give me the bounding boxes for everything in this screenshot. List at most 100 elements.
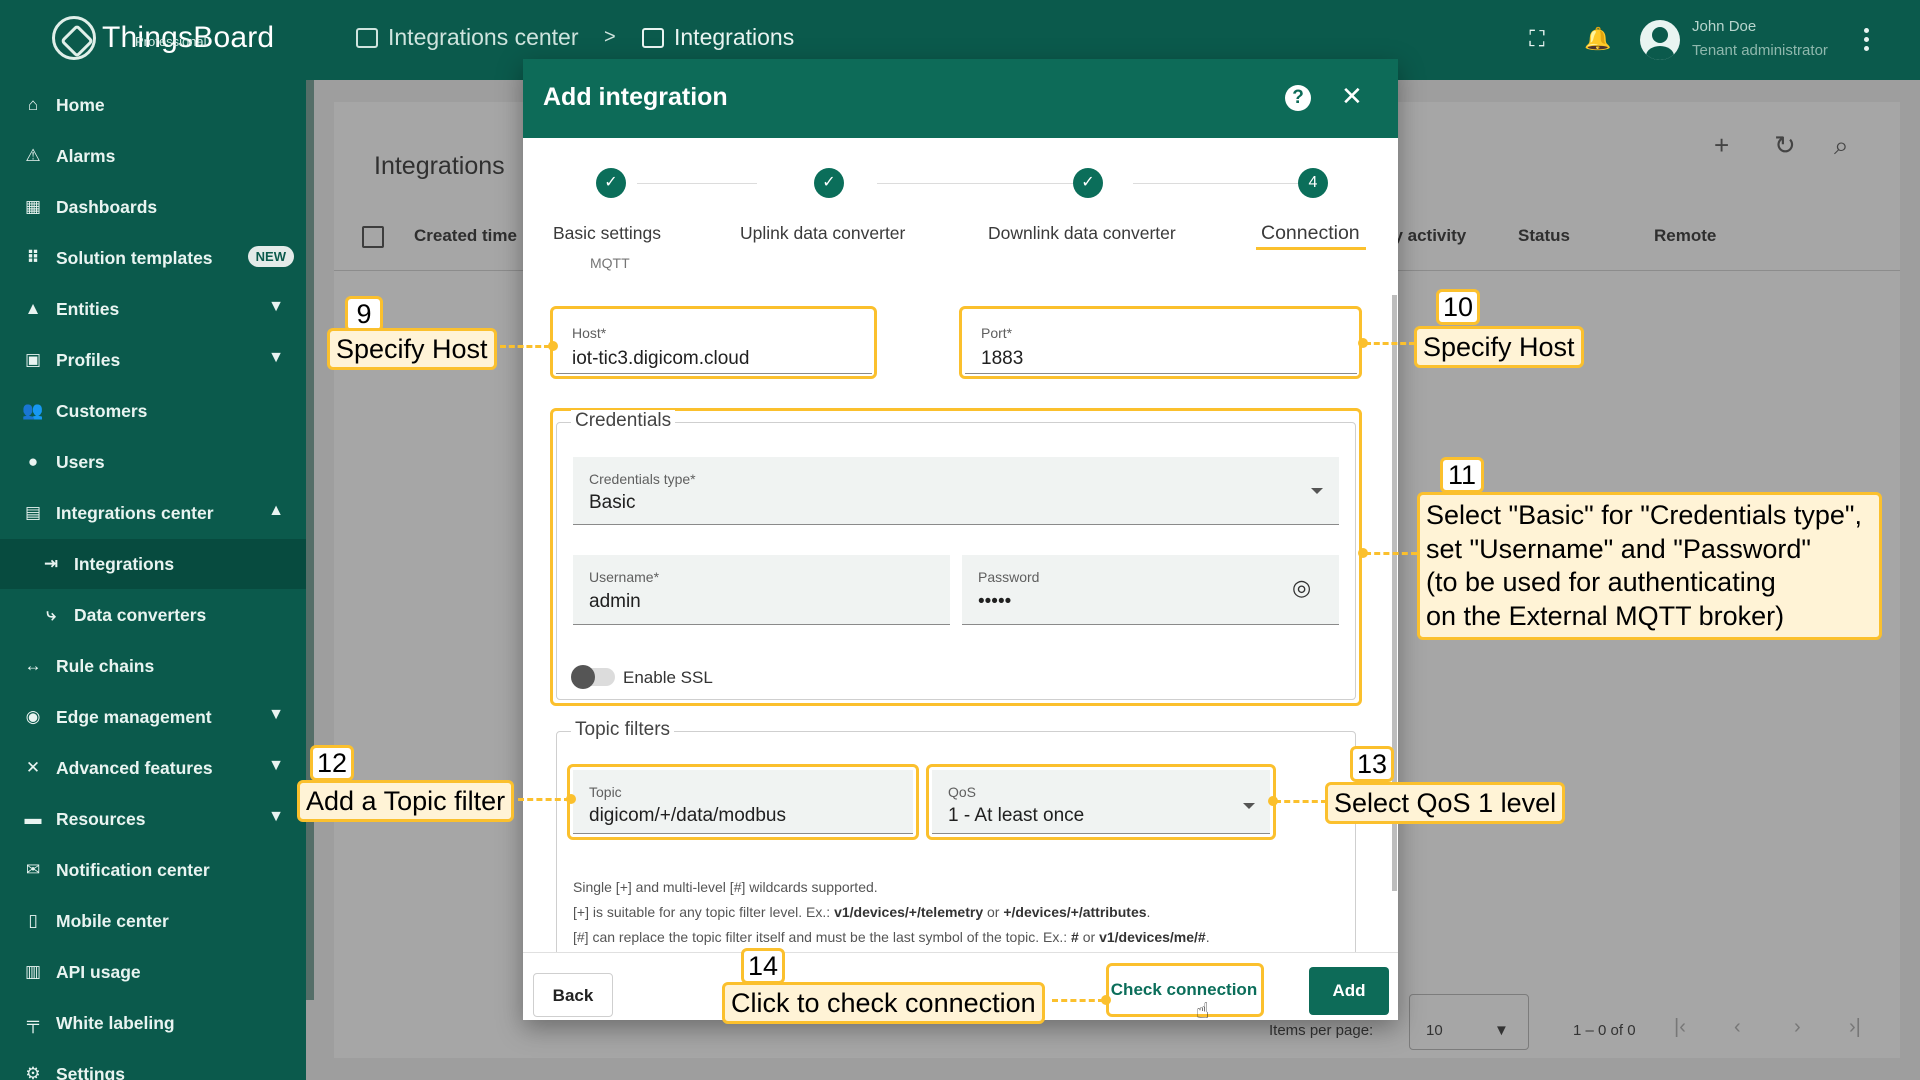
chevron-down-icon [1243, 803, 1255, 809]
annotation-14-number: 14 [741, 948, 785, 984]
username-field[interactable]: Username* admin [573, 555, 950, 625]
chevron-down-icon [1311, 488, 1323, 494]
help-icon[interactable]: ? [1285, 85, 1311, 111]
annotation-13-number: 13 [1350, 746, 1394, 782]
step-connector [877, 183, 1077, 184]
sidebar-item-profiles[interactable]: ▣ Profiles ▼ [0, 335, 306, 385]
credentials-type-label: Credentials type* [589, 471, 696, 487]
sidebar-scrollbar[interactable] [306, 80, 314, 1000]
annotation-11-line-3: (to be used for authenticating [1426, 567, 1776, 597]
credentials-type-select[interactable]: Credentials type* Basic [573, 457, 1339, 525]
close-icon[interactable]: ✕ [1341, 81, 1363, 111]
host-field[interactable]: Host* iot-tic3.digicom.cloud [556, 311, 872, 374]
sidebar-item-rule-chains[interactable]: ↔ Rule chains [0, 641, 306, 691]
first-page-icon[interactable]: |‹ [1674, 1016, 1686, 1039]
annotation-9-dot [548, 341, 558, 351]
chevron-up-icon: ▲ [268, 502, 284, 519]
sidebar-item-users[interactable]: ● Users [0, 437, 306, 487]
mobile-icon: ▯ [28, 911, 38, 930]
column-status[interactable]: Status [1518, 226, 1570, 246]
annotation-11-number: 11 [1440, 457, 1484, 493]
enable-ssl-toggle[interactable] [571, 665, 615, 689]
search-icon[interactable]: ⌕ [1834, 130, 1849, 162]
sidebar-item-integrations[interactable]: ⇥ Integrations [0, 539, 306, 589]
step-label-basic-settings[interactable]: Basic settings [553, 223, 661, 244]
add-icon[interactable]: + [1714, 130, 1729, 161]
step-label-connection[interactable]: Connection [1261, 222, 1360, 245]
page-range: 1 – 0 of 0 [1573, 1022, 1636, 1039]
topic-field[interactable]: Topic digicom/+/data/modbus [573, 770, 913, 834]
topic-label: Topic [589, 784, 622, 800]
sidebar-item-api-usage[interactable]: ▥ API usage [0, 947, 306, 997]
password-field[interactable]: Password ••••• ◎ [962, 555, 1339, 625]
sidebar-item-label: White labeling [56, 1012, 175, 1033]
bell-icon[interactable]: 🔔 [1584, 26, 1611, 52]
edge-icon: ◉ [25, 707, 41, 726]
prev-page-icon[interactable]: ‹ [1734, 1016, 1741, 1039]
column-remote[interactable]: Remote [1654, 226, 1716, 246]
chevron-down-icon: ▼ [268, 808, 284, 825]
annotation-11-line-1: Select "Basic" for "Credentials type", [1426, 500, 1863, 530]
wildcard-hint-3: [#] can replace the topic filter itself … [573, 929, 1210, 945]
folder-icon: ▬ [24, 809, 42, 828]
topic-filters-legend: Topic filters [571, 719, 675, 741]
next-page-icon[interactable]: › [1794, 1016, 1801, 1039]
sidebar-item-data-converters[interactable]: ⤷ Data converters [0, 590, 306, 640]
last-page-icon[interactable]: ›| [1849, 1016, 1861, 1039]
avatar[interactable] [1640, 20, 1680, 60]
refresh-icon[interactable]: ↻ [1774, 130, 1796, 161]
sidebar-item-label: Dashboards [56, 196, 158, 217]
port-field[interactable]: Port* 1883 [965, 311, 1357, 374]
converters-icon: ⤷ [46, 605, 56, 624]
annotation-10-dot [1358, 338, 1368, 348]
column-created-time[interactable]: Created time [414, 226, 517, 246]
sidebar-item-integrations-center[interactable]: ▤ Integrations center ▲ [0, 488, 306, 538]
annotation-11-callout: Select "Basic" for "Credentials type", s… [1417, 492, 1882, 640]
grid-icon: ⠿ [26, 248, 40, 267]
add-button[interactable]: Add [1309, 967, 1389, 1015]
step-2-done-icon[interactable]: ✓ [814, 168, 844, 198]
step-3-done-icon[interactable]: ✓ [1073, 168, 1103, 198]
hand-cursor-icon: ☝ [1196, 998, 1210, 1023]
breadcrumb-parent[interactable]: Integrations center [356, 24, 579, 51]
sidebar-item-label: Alarms [56, 145, 116, 166]
sidebar-item-settings[interactable]: ⚙ Settings [0, 1049, 306, 1080]
sidebar-item-solution-templates[interactable]: ⠿ Solution templates NEW [0, 233, 306, 283]
sidebar-item-notification-center[interactable]: ✉ Notification center [0, 845, 306, 895]
sidebar-item-edge-management[interactable]: ◉ Edge management ▼ [0, 692, 306, 742]
host-value: iot-tic3.digicom.cloud [572, 348, 750, 369]
wildcard-hint-1: Single [+] and multi-level [#] wildcards… [573, 879, 878, 895]
more-menu-icon[interactable] [1864, 28, 1870, 55]
select-all-checkbox[interactable] [362, 226, 384, 248]
sidebar-item-home[interactable]: ⌂ Home [0, 80, 306, 130]
password-value: ••••• [978, 591, 1012, 612]
step-label-downlink[interactable]: Downlink data converter [988, 223, 1176, 244]
check-connection-button[interactable]: Check connection [1109, 968, 1259, 1012]
sidebar-item-label: Data converters [74, 604, 207, 625]
breadcrumb-current: Integrations [642, 24, 794, 51]
sidebar-item-label: Settings [56, 1063, 126, 1080]
eye-off-icon[interactable]: ◎ [1292, 575, 1311, 601]
sidebar-item-resources[interactable]: ▬ Resources ▼ [0, 794, 306, 844]
sidebar-item-label: Customers [56, 400, 148, 421]
qos-select[interactable]: QoS 1 - At least once [932, 770, 1270, 834]
user-icon: ● [27, 452, 39, 471]
step-connector [1133, 183, 1313, 184]
sidebar-item-mobile-center[interactable]: ▯ Mobile center [0, 896, 306, 946]
sidebar-item-entities[interactable]: ▲ Entities ▼ [0, 284, 306, 334]
sidebar-item-white-labeling[interactable]: ╤ White labeling [0, 998, 306, 1048]
thingsboard-logo-icon [52, 16, 96, 60]
sidebar-item-dashboards[interactable]: ▦ Dashboards [0, 182, 306, 232]
sidebar-item-customers[interactable]: 👥 Customers [0, 386, 306, 436]
back-button[interactable]: Back [533, 973, 613, 1017]
annotation-12-connector [518, 798, 570, 801]
fullscreen-icon[interactable]: ⛶ [1524, 26, 1550, 52]
items-per-page-value: 10 [1426, 1022, 1443, 1039]
sidebar-item-advanced-features[interactable]: ✕ Advanced features ▼ [0, 743, 306, 793]
step-label-uplink[interactable]: Uplink data converter [740, 223, 905, 244]
items-per-page-label: Items per page: [1269, 1022, 1374, 1039]
step-4-current[interactable]: 4 [1298, 168, 1328, 198]
sidebar-item-alarms[interactable]: ⚠ Alarms [0, 131, 306, 181]
step-1-done-icon[interactable]: ✓ [596, 168, 626, 198]
user-role: Tenant administrator [1692, 42, 1828, 59]
